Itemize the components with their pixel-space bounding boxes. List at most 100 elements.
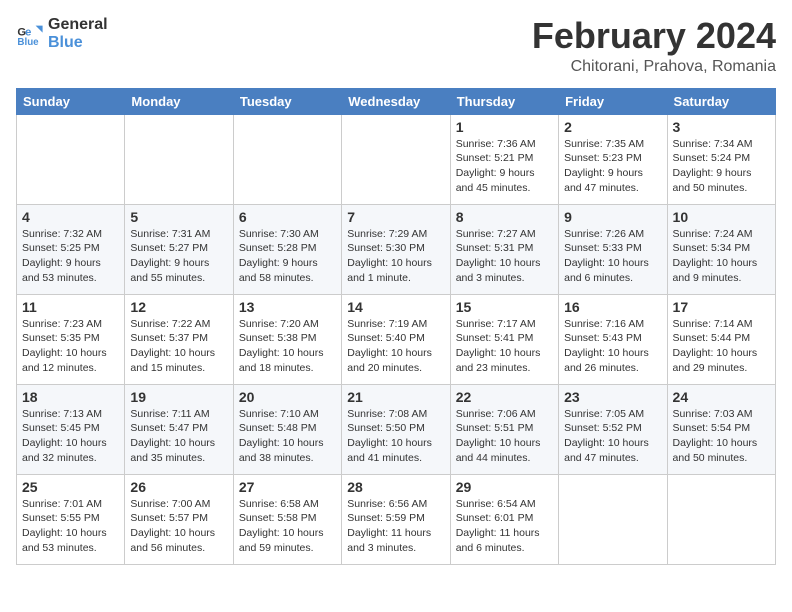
calendar-table: SundayMondayTuesdayWednesdayThursdayFrid… [16, 88, 776, 565]
calendar-cell [17, 114, 125, 204]
day-number: 20 [239, 389, 336, 405]
calendar-cell: 8 Sunrise: 7:27 AMSunset: 5:31 PMDaylight… [450, 204, 558, 294]
calendar-subtitle: Chitorani, Prahova, Romania [532, 58, 776, 76]
day-info: Sunrise: 7:06 AMSunset: 5:51 PMDaylight:… [456, 407, 553, 466]
calendar-cell [559, 474, 667, 564]
day-info: Sunrise: 7:26 AMSunset: 5:33 PMDaylight:… [564, 227, 661, 286]
logo: G e Blue General Blue [16, 16, 108, 52]
day-number: 22 [456, 389, 553, 405]
day-info: Sunrise: 7:31 AMSunset: 5:27 PMDaylight:… [130, 227, 227, 286]
day-number: 26 [130, 479, 227, 495]
calendar-cell: 24Sunrise: 7:03 AMSunset: 5:54 PMDayligh… [667, 384, 775, 474]
calendar-cell: 13 Sunrise: 7:20 AMSunset: 5:38 PMDayligh… [233, 294, 341, 384]
day-number: 6 [239, 209, 336, 225]
day-number: 10 [673, 209, 770, 225]
calendar-cell: 21 Sunrise: 7:08 AMSunset: 5:50 PMDayligh… [342, 384, 450, 474]
day-info: Sunrise: 7:08 AMSunset: 5:50 PMDaylight:… [347, 407, 444, 466]
calendar-cell: 1 Sunrise: 7:36 AMSunset: 5:21 PMDaylight… [450, 114, 558, 204]
calendar-cell: 18Sunrise: 7:13 AMSunset: 5:45 PMDayligh… [17, 384, 125, 474]
day-info: Sunrise: 7:30 AMSunset: 5:28 PMDaylight:… [239, 227, 336, 286]
day-number: 19 [130, 389, 227, 405]
calendar-cell [125, 114, 233, 204]
day-info: Sunrise: 7:11 AMSunset: 5:47 PMDaylight:… [130, 407, 227, 466]
calendar-cell: 10 Sunrise: 7:24 AMSunset: 5:34 PMDayligh… [667, 204, 775, 294]
calendar-cell: 23Sunrise: 7:05 AMSunset: 5:52 PMDayligh… [559, 384, 667, 474]
logo-blue: Blue [48, 34, 108, 52]
day-info: Sunrise: 7:36 AMSunset: 5:21 PMDaylight:… [456, 137, 553, 196]
day-number: 8 [456, 209, 553, 225]
calendar-cell: 15 Sunrise: 7:17 AMSunset: 5:41 PMDayligh… [450, 294, 558, 384]
calendar-cell: 12 Sunrise: 7:22 AMSunset: 5:37 PMDayligh… [125, 294, 233, 384]
calendar-header: SundayMondayTuesdayWednesdayThursdayFrid… [17, 88, 776, 114]
day-number: 29 [456, 479, 553, 495]
calendar-cell: 25 Sunrise: 7:01 AMSunset: 5:55 PMDayligh… [17, 474, 125, 564]
day-info: Sunrise: 7:17 AMSunset: 5:41 PMDaylight:… [456, 317, 553, 376]
day-number: 1 [456, 119, 553, 135]
calendar-cell [342, 114, 450, 204]
logo-general: General [48, 16, 108, 34]
calendar-cell: 7Sunrise: 7:29 AMSunset: 5:30 PMDaylight… [342, 204, 450, 294]
day-number: 2 [564, 119, 661, 135]
day-info: Sunrise: 7:10 AMSunset: 5:48 PMDaylight:… [239, 407, 336, 466]
header-tuesday: Tuesday [233, 88, 341, 114]
calendar-week-5: 25 Sunrise: 7:01 AMSunset: 5:55 PMDayligh… [17, 474, 776, 564]
day-info: Sunrise: 7:24 AMSunset: 5:34 PMDaylight:… [673, 227, 770, 286]
calendar-cell: 28Sunrise: 6:56 AMSunset: 5:59 PMDayligh… [342, 474, 450, 564]
header-wednesday: Wednesday [342, 88, 450, 114]
header-thursday: Thursday [450, 88, 558, 114]
day-info: Sunrise: 7:14 AMSunset: 5:44 PMDaylight:… [673, 317, 770, 376]
calendar-cell: 29Sunrise: 6:54 AMSunset: 6:01 PMDayligh… [450, 474, 558, 564]
header-sunday: Sunday [17, 88, 125, 114]
day-info: Sunrise: 7:01 AMSunset: 5:55 PMDaylight:… [22, 497, 119, 556]
calendar-cell: 9 Sunrise: 7:26 AMSunset: 5:33 PMDaylight… [559, 204, 667, 294]
calendar-cell [233, 114, 341, 204]
calendar-cell: 6 Sunrise: 7:30 AMSunset: 5:28 PMDaylight… [233, 204, 341, 294]
day-number: 11 [22, 299, 119, 315]
calendar-week-3: 11Sunrise: 7:23 AMSunset: 5:35 PMDayligh… [17, 294, 776, 384]
header-saturday: Saturday [667, 88, 775, 114]
day-number: 3 [673, 119, 770, 135]
day-number: 16 [564, 299, 661, 315]
day-number: 13 [239, 299, 336, 315]
calendar-week-2: 4Sunrise: 7:32 AMSunset: 5:25 PMDaylight… [17, 204, 776, 294]
day-info: Sunrise: 7:19 AMSunset: 5:40 PMDaylight:… [347, 317, 444, 376]
day-number: 4 [22, 209, 119, 225]
day-number: 15 [456, 299, 553, 315]
day-info: Sunrise: 7:20 AMSunset: 5:38 PMDaylight:… [239, 317, 336, 376]
calendar-cell [667, 474, 775, 564]
calendar-body: 1 Sunrise: 7:36 AMSunset: 5:21 PMDaylight… [17, 114, 776, 564]
day-info: Sunrise: 7:03 AMSunset: 5:54 PMDaylight:… [673, 407, 770, 466]
page-header: G e Blue General Blue February 2024 Chit… [16, 16, 776, 76]
day-number: 25 [22, 479, 119, 495]
calendar-title: February 2024 [532, 16, 776, 56]
day-number: 21 [347, 389, 444, 405]
day-info: Sunrise: 7:22 AMSunset: 5:37 PMDaylight:… [130, 317, 227, 376]
title-block: February 2024 Chitorani, Prahova, Romani… [532, 16, 776, 76]
calendar-cell: 11Sunrise: 7:23 AMSunset: 5:35 PMDayligh… [17, 294, 125, 384]
day-info: Sunrise: 7:27 AMSunset: 5:31 PMDaylight:… [456, 227, 553, 286]
day-number: 9 [564, 209, 661, 225]
logo-icon: G e Blue [16, 20, 44, 48]
calendar-week-4: 18Sunrise: 7:13 AMSunset: 5:45 PMDayligh… [17, 384, 776, 474]
calendar-cell: 3 Sunrise: 7:34 AMSunset: 5:24 PMDaylight… [667, 114, 775, 204]
day-number: 17 [673, 299, 770, 315]
day-info: Sunrise: 7:00 AMSunset: 5:57 PMDaylight:… [130, 497, 227, 556]
day-info: Sunrise: 7:34 AMSunset: 5:24 PMDaylight:… [673, 137, 770, 196]
calendar-cell: 16Sunrise: 7:16 AMSunset: 5:43 PMDayligh… [559, 294, 667, 384]
day-number: 18 [22, 389, 119, 405]
day-number: 7 [347, 209, 444, 225]
calendar-cell: 20 Sunrise: 7:10 AMSunset: 5:48 PMDayligh… [233, 384, 341, 474]
day-number: 28 [347, 479, 444, 495]
day-info: Sunrise: 6:58 AMSunset: 5:58 PMDaylight:… [239, 497, 336, 556]
calendar-cell: 22 Sunrise: 7:06 AMSunset: 5:51 PMDayligh… [450, 384, 558, 474]
day-number: 23 [564, 389, 661, 405]
day-number: 27 [239, 479, 336, 495]
day-number: 12 [130, 299, 227, 315]
svg-text:Blue: Blue [17, 37, 39, 48]
calendar-week-1: 1 Sunrise: 7:36 AMSunset: 5:21 PMDaylight… [17, 114, 776, 204]
calendar-cell: 19 Sunrise: 7:11 AMSunset: 5:47 PMDayligh… [125, 384, 233, 474]
calendar-cell: 2Sunrise: 7:35 AMSunset: 5:23 PMDaylight… [559, 114, 667, 204]
day-number: 5 [130, 209, 227, 225]
header-monday: Monday [125, 88, 233, 114]
calendar-cell: 4Sunrise: 7:32 AMSunset: 5:25 PMDaylight… [17, 204, 125, 294]
